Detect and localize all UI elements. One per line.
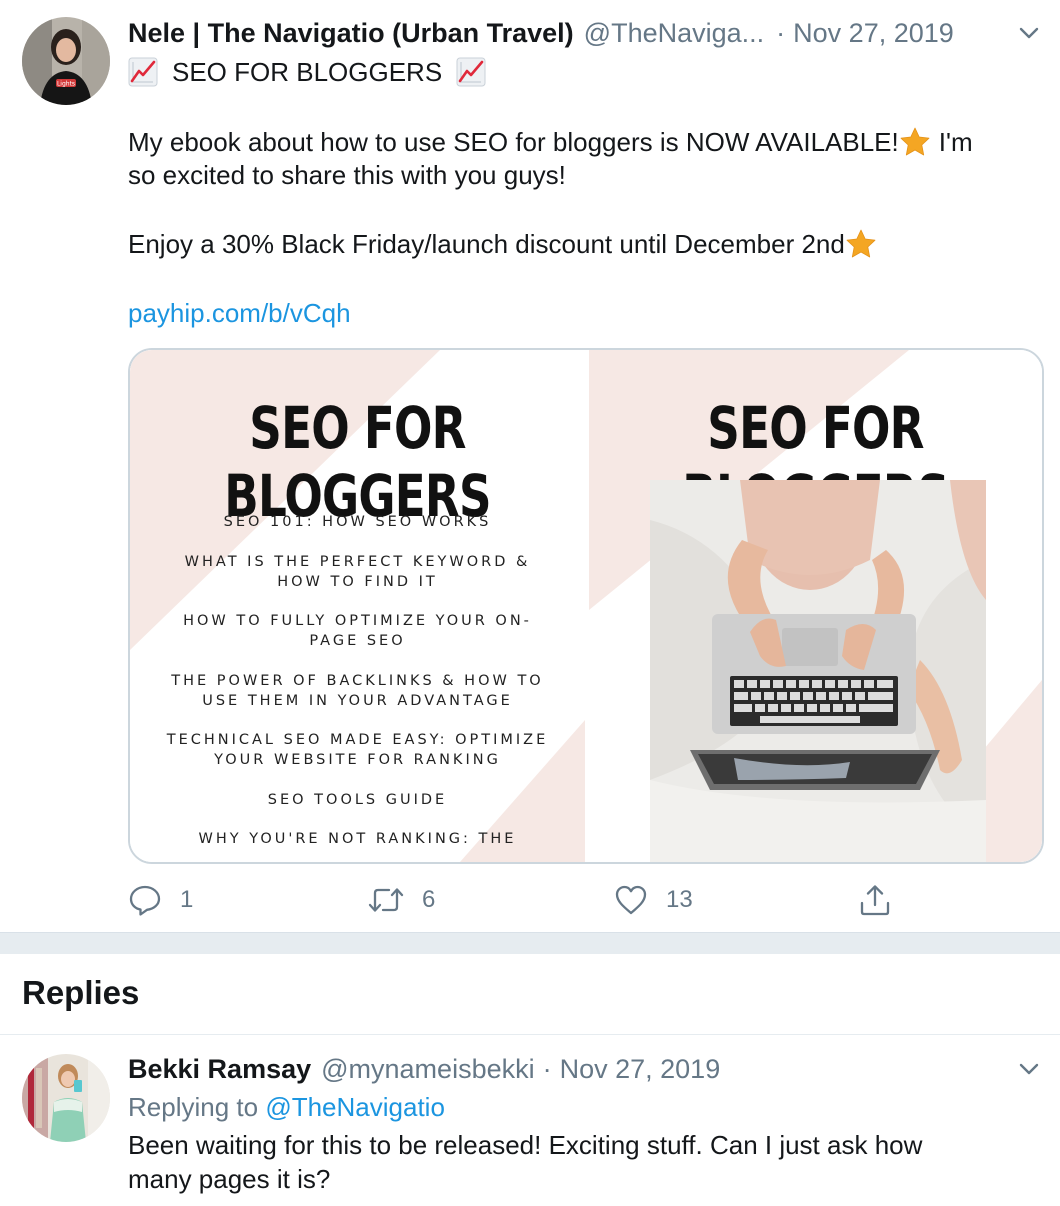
reply-date[interactable]: Nov 27, 2019: [560, 1054, 721, 1085]
tweet[interactable]: Lights Nele | The Navigatio (Urban Trave…: [0, 0, 1060, 932]
reply-author-handle[interactable]: @mynameisbekki: [321, 1054, 534, 1085]
tweet-header: Nele | The Navigatio (Urban Travel) @The…: [128, 18, 954, 52]
toc-item: WHAT IS THE PERFECT KEYWORD & HOW TO FIN…: [184, 553, 531, 590]
retweet-button[interactable]: 6: [368, 878, 435, 922]
chart-increasing-icon: [456, 57, 486, 87]
like-count: 13: [666, 886, 693, 913]
reply-text-line-1: Been waiting for this to be released! Ex…: [128, 1130, 923, 1160]
tweet-link[interactable]: payhip.com/b/vCqh: [128, 296, 351, 330]
chevron-down-icon[interactable]: [1018, 1058, 1040, 1080]
toc-item: SEO 101: HOW SEO WORKS: [223, 514, 492, 530]
tweet-body-text: My ebook about how to use SEO for blogge…: [128, 127, 899, 157]
toc-item: THE POWER OF BACKLINKS & HOW TO USE THEM…: [171, 672, 544, 709]
reply-author-name[interactable]: Bekki Ramsay: [128, 1054, 311, 1085]
tweet-headline-line: SEO FOR BLOGGERS: [128, 55, 486, 89]
tweet-discount-text: Enjoy a 30% Black Friday/launch discount…: [128, 229, 845, 259]
header-separator: ·: [776, 18, 786, 48]
book-title-left: SEO FOR BLOGGERS: [224, 394, 491, 530]
like-button[interactable]: 13: [614, 878, 693, 922]
tweet-media[interactable]: SEO FOR BLOGGERS SEO 101: HOW SEO WORKS …: [128, 348, 1044, 864]
section-divider: [0, 932, 1060, 954]
media-image-left[interactable]: SEO FOR BLOGGERS SEO 101: HOW SEO WORKS …: [130, 350, 585, 862]
share-icon: [858, 883, 892, 917]
author-name[interactable]: Nele | The Navigatio (Urban Travel): [128, 18, 574, 49]
reply-button[interactable]: 1: [128, 878, 193, 922]
retweet-icon: [368, 883, 404, 917]
replying-to-label: Replying to: [128, 1092, 259, 1122]
toc-item: HOW TO FULLY OPTIMIZE YOUR ON-PAGE SEO: [183, 613, 532, 649]
avatar-shirt-text: Lights: [57, 81, 75, 88]
reply-icon: [128, 883, 162, 917]
star-icon: [899, 126, 931, 158]
reply-author-avatar[interactable]: [22, 1054, 110, 1142]
reply-header: Bekki Ramsay @mynameisbekki · Nov 27, 20…: [128, 1054, 720, 1088]
author-handle[interactable]: @TheNaviga...: [584, 18, 764, 49]
reply-text-line-2: many pages it is?: [128, 1164, 331, 1194]
divider: [0, 1034, 1060, 1035]
tweet-body-line-3: Enjoy a 30% Black Friday/launch discount…: [128, 227, 877, 261]
toc-item: WHY YOU'RE NOT RANKING: THE: [198, 831, 517, 847]
toc-item: TECHNICAL SEO MADE EASY: OPTIMIZE YOUR W…: [166, 732, 549, 768]
tweet-body-line-2: so excited to share this with you guys!: [128, 160, 566, 190]
tweet-body-line-1: My ebook about how to use SEO for blogge…: [128, 125, 973, 159]
tweet-actions: 1 6 13: [128, 878, 908, 922]
replying-to-link[interactable]: @TheNavigatio: [265, 1092, 445, 1122]
header-separator: ·: [542, 1054, 552, 1084]
replying-to: Replying to @TheNavigatio: [128, 1090, 445, 1124]
chart-increasing-icon: [128, 57, 158, 87]
toc-item: SEO TOOLS GUIDE: [267, 791, 448, 808]
laptop-photo: [650, 480, 986, 862]
media-image-right[interactable]: SEO FOR BLOGGERS: [589, 350, 1042, 862]
retweet-count: 6: [422, 886, 436, 913]
tweet-headline: SEO FOR BLOGGERS: [172, 57, 443, 87]
tweet-body-text-tail: I'm: [938, 127, 973, 157]
replies-heading: Replies: [22, 974, 140, 1011]
reply-count: 1: [180, 886, 194, 913]
star-icon: [845, 228, 877, 260]
share-button[interactable]: [858, 878, 892, 922]
author-avatar[interactable]: Lights: [22, 17, 110, 105]
heart-icon: [614, 883, 648, 917]
chevron-down-icon[interactable]: [1018, 22, 1040, 44]
table-of-contents: SEO 101: HOW SEO WORKS WHAT IS THE PERFE…: [160, 512, 555, 862]
tweet-date[interactable]: Nov 27, 2019: [793, 18, 954, 49]
